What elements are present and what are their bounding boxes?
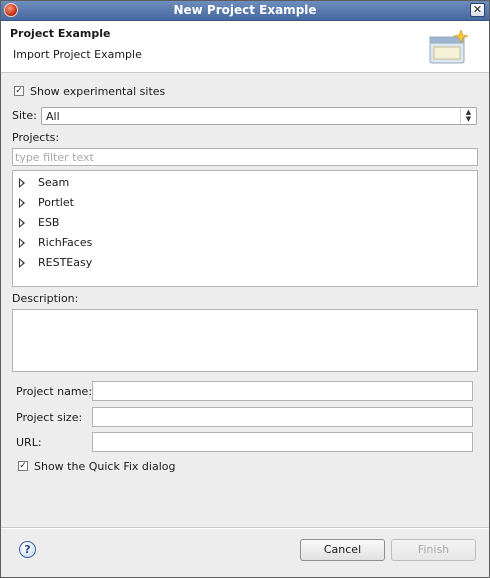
url-field[interactable] xyxy=(92,432,473,452)
project-name-label: Project name: xyxy=(16,385,93,398)
tree-item-label: RichFaces xyxy=(38,236,93,249)
checkmark-icon: ✓ xyxy=(15,86,23,96)
tree-item-label: Portlet xyxy=(38,196,74,209)
help-icon: ? xyxy=(24,543,31,556)
close-icon: ✕ xyxy=(472,3,483,16)
wizard-banner-icon xyxy=(429,29,468,64)
finish-button-label: Finish xyxy=(417,543,450,556)
project-size-field[interactable] xyxy=(92,407,473,427)
quick-fix-label: Show the Quick Fix dialog xyxy=(34,460,176,473)
tree-item-label: ESB xyxy=(38,216,60,229)
quick-fix-checkbox[interactable]: ✓ xyxy=(18,461,28,471)
site-label: Site: xyxy=(12,109,37,122)
finish-button[interactable]: Finish xyxy=(391,539,476,561)
url-label: URL: xyxy=(16,436,42,449)
tree-item-label: RESTEasy xyxy=(38,256,93,269)
filter-placeholder: type filter text xyxy=(15,151,94,164)
window-title: New Project Example xyxy=(173,3,317,17)
cancel-button[interactable]: Cancel xyxy=(300,539,385,561)
banner-subtitle: Import Project Example xyxy=(13,48,142,61)
site-combo-value: All xyxy=(46,110,60,123)
banner-title: Project Example xyxy=(10,27,111,40)
experimental-sites-checkbox[interactable]: ✓ xyxy=(14,86,24,96)
site-combo[interactable]: All ▲ ▼ xyxy=(41,107,477,125)
projects-tree[interactable]: Seam Portlet ESB RichFaces RESTEasy xyxy=(12,170,478,287)
close-button[interactable]: ✕ xyxy=(470,3,485,17)
description-label: Description: xyxy=(12,292,79,305)
help-button[interactable]: ? xyxy=(19,541,36,558)
description-box xyxy=(12,309,478,372)
project-size-label: Project size: xyxy=(16,411,83,424)
projects-label: Projects: xyxy=(12,131,60,144)
filter-input[interactable]: type filter text xyxy=(12,148,478,166)
experimental-sites-label: Show experimental sites xyxy=(30,85,166,98)
tree-item-label: Seam xyxy=(38,176,70,189)
checkmark-icon: ✓ xyxy=(19,461,27,471)
button-bar-separator xyxy=(1,527,489,529)
project-name-field[interactable] xyxy=(92,381,473,401)
combo-updown-icon: ▲ ▼ xyxy=(460,108,476,124)
